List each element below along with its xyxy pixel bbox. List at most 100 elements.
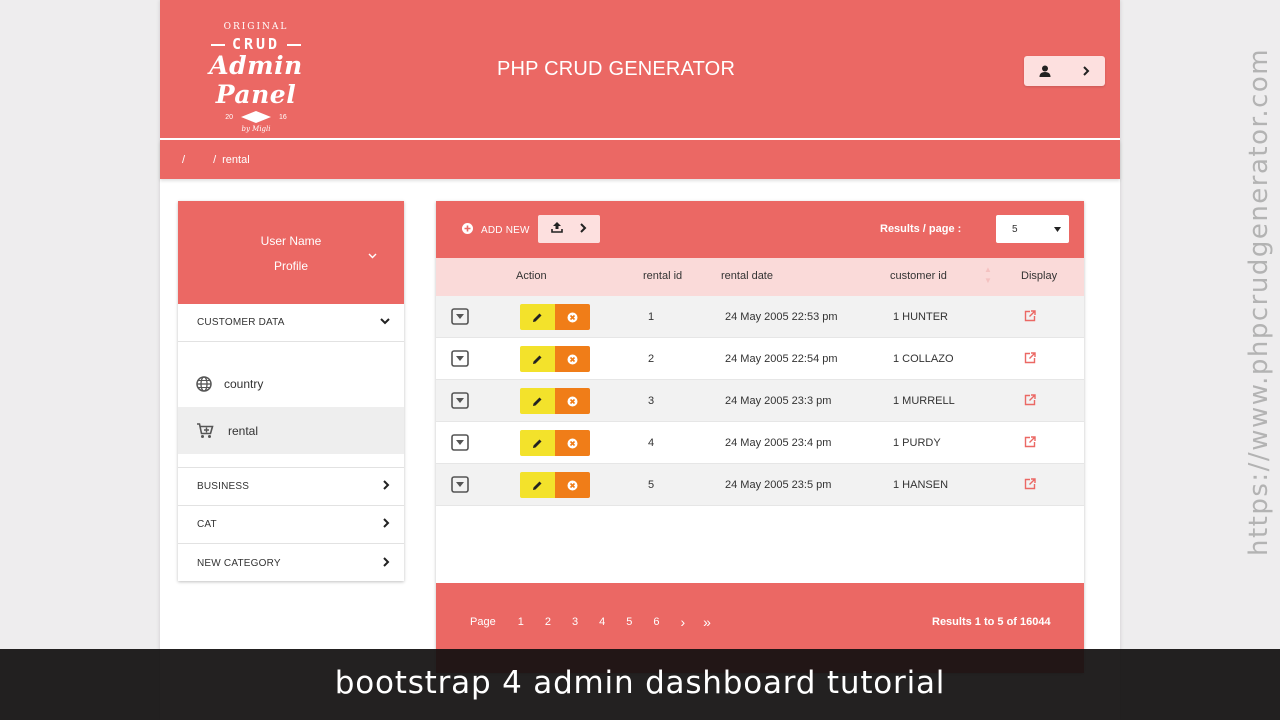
cell-customer-id: 1 PURDY xyxy=(893,437,941,449)
pencil-icon xyxy=(533,313,542,322)
external-link-icon[interactable] xyxy=(1024,436,1036,451)
sort-arrows-icon[interactable]: ▲ ▼ xyxy=(984,264,992,286)
cell-rental-date: 24 May 2005 23:4 pm xyxy=(725,437,832,449)
edit-button[interactable] xyxy=(520,472,555,498)
results-per-page-select[interactable]: 5 xyxy=(996,215,1069,243)
cell-rental-id: 2 xyxy=(648,353,655,365)
cell-customer-id: 1 HUNTER xyxy=(893,311,949,323)
sidebar-item-label: rental xyxy=(228,423,259,438)
table-toolbar: ADD NEW Results / page : 5 xyxy=(436,201,1084,258)
plus-circle-icon xyxy=(462,223,473,237)
chevron-down-icon[interactable] xyxy=(368,246,377,264)
table-row: 5 24 May 2005 23:5 pm 1 HANSEN xyxy=(436,464,1084,506)
close-circle-icon xyxy=(567,438,578,448)
expand-row-icon[interactable] xyxy=(451,434,469,454)
external-link-icon[interactable] xyxy=(1024,310,1036,325)
sidebar-category-business[interactable]: BUSINESS xyxy=(178,468,404,506)
edit-button[interactable] xyxy=(520,388,555,414)
pencil-icon xyxy=(533,439,542,448)
pencil-icon xyxy=(533,481,542,490)
sidebar-item-label: country xyxy=(224,376,264,391)
breadcrumb-current: rental xyxy=(222,153,250,166)
breadcrumb-separator: / xyxy=(213,153,217,166)
logo[interactable]: ORIGINAL CRUD Admin Panel 20 16 by Migli xyxy=(176,20,336,133)
sidebar: User Name Profile CUSTOMER DATA country xyxy=(178,201,404,581)
user-menu-button[interactable] xyxy=(1024,56,1105,86)
column-header-action: Action xyxy=(516,270,547,282)
column-header-rental-date[interactable]: rental date xyxy=(721,270,773,282)
upload-icon xyxy=(550,220,563,238)
delete-button[interactable] xyxy=(555,430,590,456)
sidebar-item-rental[interactable]: rental xyxy=(178,407,404,454)
sidebar-item-country[interactable]: country xyxy=(178,360,404,407)
user-icon xyxy=(1039,65,1051,77)
column-header-rental-id[interactable]: rental id xyxy=(643,270,682,282)
profile-panel[interactable]: User Name Profile xyxy=(178,201,404,304)
main-panel: ADD NEW Results / page : 5 Action rental xyxy=(436,201,1084,673)
page-link-4[interactable]: 4 xyxy=(599,616,605,628)
page-link-3[interactable]: 3 xyxy=(572,616,578,628)
chevron-down-icon xyxy=(380,317,390,328)
breadcrumb-home-link[interactable]: / xyxy=(182,154,185,166)
cell-rental-date: 24 May 2005 23:3 pm xyxy=(725,395,832,407)
sidebar-category-new-category[interactable]: NEW CATEGORY xyxy=(178,544,404,582)
logo-year: 20 16 xyxy=(176,111,336,123)
page-link-6[interactable]: 6 xyxy=(653,616,659,628)
edit-button[interactable] xyxy=(520,430,555,456)
next-page-link[interactable]: › xyxy=(680,614,685,630)
chevron-right-icon xyxy=(383,480,390,493)
app-title: PHP CRUD GENERATOR xyxy=(497,58,736,80)
cell-rental-date: 24 May 2005 22:53 pm xyxy=(725,311,838,323)
delete-button[interactable] xyxy=(555,472,590,498)
table-body: 1 24 May 2005 22:53 pm 1 HUNTER 2 24 May 200… xyxy=(436,296,1084,506)
edit-button[interactable] xyxy=(520,346,555,372)
cell-rental-id: 3 xyxy=(648,395,655,407)
delete-button[interactable] xyxy=(555,388,590,414)
last-page-link[interactable]: » xyxy=(703,614,711,630)
page-link-1[interactable]: 1 xyxy=(518,616,524,628)
chevron-right-icon xyxy=(580,220,587,238)
column-header-customer-id[interactable]: customer id xyxy=(890,270,947,282)
external-link-icon[interactable] xyxy=(1024,394,1036,409)
expand-row-icon[interactable] xyxy=(451,350,469,370)
page-link-2[interactable]: 2 xyxy=(545,616,551,628)
sidebar-category-label: CAT xyxy=(197,519,217,530)
header: ORIGINAL CRUD Admin Panel 20 16 by Migli… xyxy=(160,0,1120,138)
cell-customer-id: 1 MURRELL xyxy=(893,395,955,407)
sidebar-category-customer-data[interactable]: CUSTOMER DATA xyxy=(178,304,404,342)
pencil-icon xyxy=(533,355,542,364)
cell-rental-id: 4 xyxy=(648,437,655,449)
logo-year-left: 20 xyxy=(225,113,233,121)
logo-by-text: by Migli xyxy=(241,125,271,133)
logo-diamond-icon xyxy=(241,111,271,123)
delete-button[interactable] xyxy=(555,304,590,330)
globe-icon xyxy=(196,375,224,392)
chevron-right-icon xyxy=(1082,66,1090,76)
results-count: Results 1 to 5 of 16044 xyxy=(932,616,1051,628)
pagination: Page 1 2 3 4 5 6 › » xyxy=(470,614,729,630)
page-link-5[interactable]: 5 xyxy=(626,616,632,628)
pagination-label: Page xyxy=(470,616,496,628)
external-link-icon[interactable] xyxy=(1024,352,1036,367)
sidebar-category-label: NEW CATEGORY xyxy=(197,557,281,569)
close-circle-icon xyxy=(567,480,578,490)
sidebar-category-cat[interactable]: CAT xyxy=(178,506,404,544)
export-button[interactable] xyxy=(538,215,600,243)
close-circle-icon xyxy=(567,354,578,364)
watermark-text: https://www.phpcrudgenerator.com xyxy=(1244,47,1274,556)
external-link-icon[interactable] xyxy=(1024,478,1036,493)
sidebar-category-label: CUSTOMER DATA xyxy=(197,317,285,328)
close-circle-icon xyxy=(567,312,578,322)
logo-year-right: 16 xyxy=(279,113,287,121)
expand-row-icon[interactable] xyxy=(451,308,469,328)
expand-row-icon[interactable] xyxy=(451,476,469,496)
edit-button[interactable] xyxy=(520,304,555,330)
video-caption: bootstrap 4 admin dashboard tutorial xyxy=(0,649,1280,720)
expand-row-icon[interactable] xyxy=(451,392,469,412)
sidebar-sublist: country rental xyxy=(178,342,404,468)
cell-customer-id: 1 HANSEN xyxy=(893,479,949,491)
add-new-button[interactable]: ADD NEW xyxy=(462,223,530,237)
delete-button[interactable] xyxy=(555,346,590,372)
page: ORIGINAL CRUD Admin Panel 20 16 by Migli… xyxy=(160,0,1120,720)
table-row: 2 24 May 2005 22:54 pm 1 COLLAZO xyxy=(436,338,1084,380)
